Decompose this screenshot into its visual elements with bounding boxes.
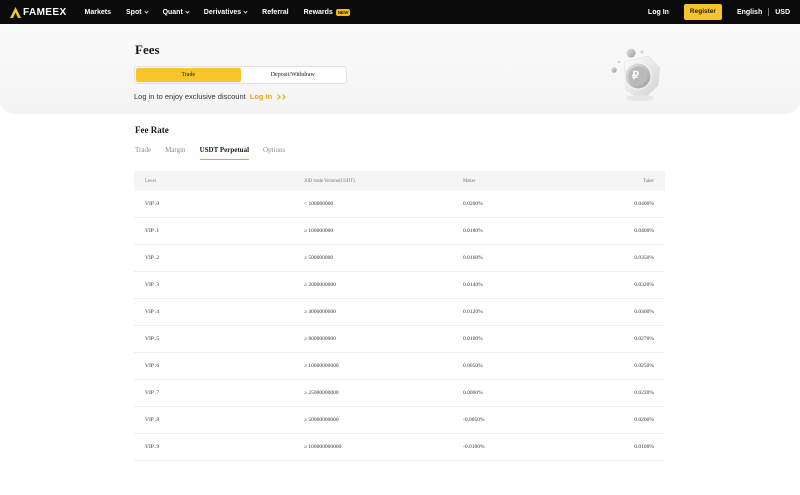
nav-right: Log In Register English USD bbox=[648, 0, 790, 24]
cell-level: VIP .0 bbox=[145, 201, 160, 207]
cell-maker: 0.0000% bbox=[463, 390, 483, 396]
cell-maker: 0.0140% bbox=[463, 282, 483, 288]
cell-volume: ≥ 500000000 bbox=[304, 255, 334, 261]
column-header-taker: Taker bbox=[643, 178, 654, 184]
cell-taker: 0.0270% bbox=[634, 336, 654, 342]
cell-level: VIP .3 bbox=[145, 282, 160, 288]
cell-volume: ≥ 25000000000 bbox=[304, 390, 339, 396]
cell-taker: 0.0320% bbox=[634, 282, 654, 288]
column-header-level: Level bbox=[145, 178, 156, 184]
currency-selector[interactable]: USD bbox=[775, 9, 790, 16]
discount-text: Log in to enjoy exclusive discount bbox=[134, 92, 246, 101]
cell-volume: < 100000000 bbox=[304, 201, 334, 207]
cell-taker: 0.0250% bbox=[634, 363, 654, 369]
cell-maker: 0.0050% bbox=[463, 363, 483, 369]
table-header: Level 30D trade Volume(USDT) Maker Taker bbox=[134, 171, 665, 191]
cell-volume: ≥ 100000000000 bbox=[304, 444, 342, 450]
table-row: VIP .6 ≥ 10000000000 0.0050% 0.0250% bbox=[134, 353, 665, 380]
nav-spot[interactable]: Spot bbox=[126, 0, 149, 24]
top-nav: FAMEEX Markets Spot Quant Derivatives Re… bbox=[0, 0, 800, 24]
nav-quant[interactable]: Quant bbox=[163, 0, 190, 24]
cell-volume: ≥ 2000000000 bbox=[304, 282, 336, 288]
cell-level: VIP .6 bbox=[145, 363, 160, 369]
table-body: VIP .0 < 100000000 0.0200% 0.0400% VIP .1 ≥ 1… bbox=[134, 191, 665, 461]
cell-maker: 0.0100% bbox=[463, 336, 483, 342]
cell-taker: 0.0400% bbox=[634, 201, 654, 207]
login-link[interactable]: Log In bbox=[648, 9, 669, 16]
new-badge: NEW bbox=[335, 8, 351, 16]
cell-level: VIP .8 bbox=[145, 417, 160, 423]
cell-maker: 0.0120% bbox=[463, 309, 483, 315]
cell-volume: ≥ 4000000000 bbox=[304, 309, 336, 315]
cell-taker: 0.0220% bbox=[634, 390, 654, 396]
cell-volume: ≥ 10000000000 bbox=[304, 363, 339, 369]
column-header-maker: Maker bbox=[463, 178, 476, 184]
cell-level: VIP .2 bbox=[145, 255, 160, 261]
table-row: VIP .8 ≥ 50000000000 -0.0050% 0.0200% bbox=[134, 407, 665, 434]
fee-rate-title: Fee Rate bbox=[135, 125, 169, 135]
cell-taker: 0.0100% bbox=[634, 444, 654, 450]
brand-name: FAMEEX bbox=[23, 6, 67, 18]
coin-shield-illustration: ₽ bbox=[604, 44, 668, 104]
fees-hero: Fees Trade Deposit/Withdraw Log in to en… bbox=[0, 24, 800, 114]
discount-prompt: Log in to enjoy exclusive discount Log I… bbox=[134, 92, 287, 101]
nav-markets[interactable]: Markets bbox=[85, 0, 111, 24]
tab-trade[interactable]: Trade bbox=[135, 146, 151, 160]
cell-maker: -0.0100% bbox=[463, 444, 485, 450]
table-row: VIP .0 < 100000000 0.0200% 0.0400% bbox=[134, 191, 665, 218]
cell-maker: 0.0160% bbox=[463, 255, 483, 261]
cell-volume: ≥ 8000000000 bbox=[304, 336, 336, 342]
table-row: VIP .9 ≥ 100000000000 -0.0100% 0.0100% bbox=[134, 434, 665, 461]
double-chevron-right-icon bbox=[275, 93, 287, 100]
tab-options[interactable]: Options bbox=[263, 146, 285, 160]
table-row: VIP .5 ≥ 8000000000 0.0100% 0.0270% bbox=[134, 326, 665, 353]
fee-type-switch: Trade Deposit/Withdraw bbox=[134, 66, 347, 84]
table-row: VIP .4 ≥ 4000000000 0.0120% 0.0300% bbox=[134, 299, 665, 326]
cell-level: VIP .7 bbox=[145, 390, 160, 396]
hero-login-link[interactable]: Log In bbox=[250, 92, 273, 101]
segment-trade[interactable]: Trade bbox=[136, 68, 241, 82]
nav-referral[interactable]: Referral bbox=[262, 0, 288, 24]
page-title: Fees bbox=[135, 42, 160, 57]
chevron-down-icon bbox=[185, 8, 190, 14]
cell-level: VIP .4 bbox=[145, 309, 160, 315]
segment-deposit-withdraw[interactable]: Deposit/Withdraw bbox=[241, 68, 346, 82]
cell-taker: 0.0200% bbox=[634, 417, 654, 423]
column-header-volume: 30D trade Volume(USDT) bbox=[304, 178, 355, 184]
cell-level: VIP .1 bbox=[145, 228, 160, 234]
cell-taker: 0.0400% bbox=[634, 228, 654, 234]
chevron-down-icon bbox=[243, 8, 248, 14]
fee-rate-table: Level 30D trade Volume(USDT) Maker Taker… bbox=[134, 171, 665, 461]
table-row: VIP .1 ≥ 100000000 0.0180% 0.0400% bbox=[134, 218, 665, 245]
register-button[interactable]: Register bbox=[683, 4, 722, 20]
tab-margin[interactable]: Margin bbox=[165, 146, 185, 160]
table-row: VIP .2 ≥ 500000000 0.0160% 0.0350% bbox=[134, 245, 665, 272]
cell-level: VIP .5 bbox=[145, 336, 160, 342]
fee-rate-tabs: Trade Margin USDT Perpetual Options bbox=[135, 146, 299, 160]
table-row: VIP .3 ≥ 2000000000 0.0140% 0.0320% bbox=[134, 272, 665, 299]
cell-volume: ≥ 100000000 bbox=[304, 228, 334, 234]
cell-taker: 0.0350% bbox=[634, 255, 654, 261]
chevron-down-icon bbox=[143, 8, 149, 14]
tab-usdt-perpetual[interactable]: USDT Perpetual bbox=[199, 146, 250, 160]
nav-derivatives[interactable]: Derivatives bbox=[204, 0, 248, 24]
fameex-logo-icon bbox=[10, 6, 21, 18]
language-selector[interactable]: English bbox=[737, 9, 762, 16]
cell-level: VIP .9 bbox=[145, 444, 160, 450]
cell-taker: 0.0300% bbox=[634, 309, 654, 315]
table-row: VIP .7 ≥ 25000000000 0.0000% 0.0220% bbox=[134, 380, 665, 407]
nav-rewards[interactable]: Rewards NEW bbox=[304, 0, 351, 24]
cell-volume: ≥ 50000000000 bbox=[304, 417, 339, 423]
cell-maker: 0.0200% bbox=[463, 201, 483, 207]
cell-maker: -0.0050% bbox=[463, 417, 485, 423]
coin-symbol-icon: ₽ bbox=[632, 70, 639, 82]
cell-maker: 0.0180% bbox=[463, 228, 483, 234]
brand-logo[interactable]: FAMEEX bbox=[10, 0, 67, 24]
nav-divider bbox=[768, 8, 770, 16]
